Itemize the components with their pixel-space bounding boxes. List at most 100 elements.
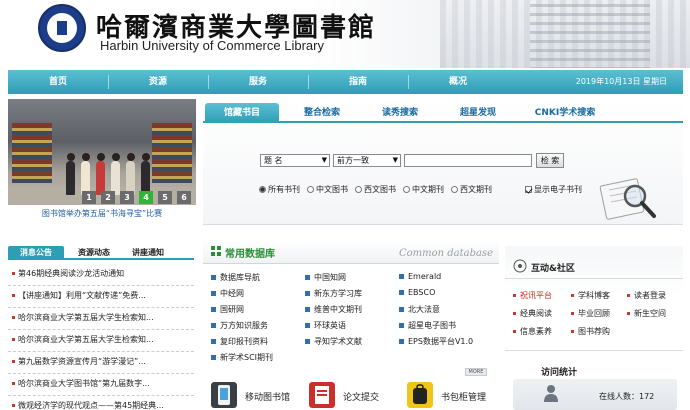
locker-management-link[interactable]: 书包柜管理 bbox=[407, 382, 499, 410]
nav-item-overview[interactable]: 概况 bbox=[408, 70, 508, 94]
db-link-label: 维普中文期刊 bbox=[314, 305, 362, 314]
radio-western-journals[interactable]: 西文期刊 bbox=[451, 184, 492, 195]
square-bullet-icon bbox=[211, 291, 216, 296]
checkbox-checked-icon bbox=[525, 186, 532, 193]
community-link-literacy[interactable]: 信息素养 bbox=[513, 326, 552, 337]
tab-resource-news[interactable]: 资源动态 bbox=[78, 246, 110, 260]
list-item[interactable]: 第46期经典阅读沙龙活动通知 bbox=[8, 264, 194, 286]
notice-title: 微观经济学的现代观点——第45期经典... bbox=[18, 401, 164, 410]
db-link[interactable]: 寻知学术文献 bbox=[305, 336, 362, 347]
square-bullet-icon bbox=[211, 307, 216, 312]
square-bullet-icon bbox=[399, 307, 404, 312]
db-link[interactable]: Emerald bbox=[399, 272, 441, 281]
bookshelf-left bbox=[12, 123, 52, 183]
db-link[interactable]: 环球英语 bbox=[305, 320, 346, 331]
community-link-freshman[interactable]: 新生空间 bbox=[627, 308, 666, 319]
list-item[interactable]: 哈尔滨商业大学图书馆“第九届数字... bbox=[8, 374, 194, 396]
square-bullet-icon bbox=[399, 323, 404, 328]
search-button[interactable]: 检 索 bbox=[536, 153, 564, 168]
thesis-submit-link[interactable]: 论文提交 bbox=[309, 382, 399, 410]
db-link-label: 中国知网 bbox=[314, 273, 346, 282]
nav-item-home[interactable]: 首页 bbox=[8, 70, 108, 94]
db-link[interactable]: 超星电子图书 bbox=[399, 320, 456, 331]
slide-page-3[interactable]: 3 bbox=[120, 191, 134, 204]
tab-duxiu-search[interactable]: 读秀搜索 bbox=[369, 103, 431, 123]
nav-item-services[interactable]: 服务 bbox=[208, 70, 308, 94]
radio-chinese-journals[interactable]: 中文期刊 bbox=[403, 184, 444, 195]
bullet-icon bbox=[12, 382, 15, 385]
list-item[interactable]: 第九届数学资源宣传月“游学漫记”... bbox=[8, 352, 194, 374]
library-logo[interactable] bbox=[38, 4, 86, 52]
db-link[interactable]: 中经网 bbox=[211, 288, 244, 299]
community-link-label: 图书荐购 bbox=[578, 327, 610, 336]
slide-page-1[interactable]: 1 bbox=[82, 191, 96, 204]
slide-page-2[interactable]: 2 bbox=[101, 191, 115, 204]
show-ebooks-checkbox[interactable]: 显示电子书刊 bbox=[525, 184, 582, 195]
tab-lecture-notices[interactable]: 讲座通知 bbox=[132, 246, 164, 260]
bullet-icon bbox=[12, 404, 15, 407]
community-panel: 互动&社区 祝讯平台 学科博客 读者登录 经典阅读 毕业回顾 新生空间 信息素养… bbox=[505, 246, 683, 410]
search-field-value: 题 名 bbox=[264, 156, 283, 165]
db-link[interactable]: 新学术SCI期刊 bbox=[211, 352, 273, 363]
db-link[interactable]: 北大法意 bbox=[399, 304, 440, 315]
community-link-graduation[interactable]: 毕业回顾 bbox=[571, 308, 610, 319]
search-input[interactable] bbox=[404, 154, 532, 167]
notice-title: 【讲座通知】利用“文献传递”免费... bbox=[18, 291, 146, 300]
service-label: 移动图书馆 bbox=[245, 393, 291, 403]
radio-western-books[interactable]: 西文图书 bbox=[355, 184, 396, 195]
slideshow-caption[interactable]: 图书馆举办第五届“书海寻宝”比赛 bbox=[8, 208, 196, 219]
community-link-reading[interactable]: 经典阅读 bbox=[513, 308, 552, 319]
database-title-en: Common database bbox=[398, 248, 493, 259]
nav-item-guide[interactable]: 指南 bbox=[308, 70, 408, 94]
community-link-login[interactable]: 读者登录 bbox=[627, 290, 666, 301]
nav-item-resources[interactable]: 资源 bbox=[108, 70, 208, 94]
db-link[interactable]: 万方知识服务 bbox=[211, 320, 268, 331]
slide-page-5[interactable]: 5 bbox=[158, 191, 172, 204]
community-link-recommend[interactable]: 图书荐购 bbox=[571, 326, 610, 337]
tab-integrated-search[interactable]: 整合检索 bbox=[291, 103, 353, 123]
tab-catalog[interactable]: 馆藏书目 bbox=[205, 103, 279, 123]
radio-all[interactable]: 所有书刊 bbox=[259, 184, 300, 195]
person-head bbox=[82, 153, 90, 161]
list-item[interactable]: 【讲座通知】利用“文献传递”免费... bbox=[8, 286, 194, 308]
bullet-icon bbox=[571, 312, 574, 315]
service-label: 论文提交 bbox=[343, 393, 380, 403]
notice-tabs: 消息公告 资源动态 讲座通知 bbox=[8, 246, 194, 260]
community-link-blog[interactable]: 学科博客 bbox=[571, 290, 610, 301]
divider bbox=[505, 350, 683, 351]
db-link[interactable]: 中国知网 bbox=[305, 272, 346, 283]
slide-page-4[interactable]: 4 bbox=[139, 191, 153, 204]
db-link[interactable]: 复印报刊资料 bbox=[211, 336, 268, 347]
list-item[interactable]: 哈尔滨商业大学第五届大学生检索知... bbox=[8, 308, 194, 330]
radio-chinese-books[interactable]: 中文图书 bbox=[307, 184, 348, 195]
db-link-label: 国研网 bbox=[220, 305, 244, 314]
db-link-label: 环球英语 bbox=[314, 321, 346, 330]
search-field-select[interactable]: 题 名 ▼ bbox=[260, 154, 330, 167]
mobile-library-link[interactable]: 移动图书馆 bbox=[211, 382, 301, 410]
tab-announcements[interactable]: 消息公告 bbox=[8, 246, 64, 260]
user-icon bbox=[544, 385, 558, 402]
db-link[interactable]: 新东方学习库 bbox=[305, 288, 362, 299]
db-link[interactable]: 数据库导航 bbox=[211, 272, 260, 283]
db-link[interactable]: 国研网 bbox=[211, 304, 244, 315]
square-bullet-icon bbox=[305, 323, 310, 328]
bullet-icon bbox=[571, 330, 574, 333]
news-slideshow-image[interactable] bbox=[8, 99, 196, 205]
search-tabs: 馆藏书目 整合检索 读秀搜索 超星发现 CNKI学术搜索 bbox=[203, 103, 683, 123]
community-link-notice[interactable]: 祝讯平台 bbox=[513, 290, 552, 301]
tab-cnki-search[interactable]: CNKI学术搜索 bbox=[525, 103, 605, 123]
db-link-label: 中经网 bbox=[220, 289, 244, 298]
db-link[interactable]: EBSCO bbox=[399, 288, 435, 297]
list-item[interactable]: 微观经济学的现代观点——第45期经典... bbox=[8, 396, 194, 410]
more-button[interactable]: MORE bbox=[465, 368, 487, 376]
square-bullet-icon bbox=[399, 290, 404, 295]
match-mode-select[interactable]: 前方一致 ▼ bbox=[333, 154, 401, 167]
tab-chaoxing-discovery[interactable]: 超星发现 bbox=[447, 103, 509, 123]
notice-title: 第46期经典阅读沙龙活动通知 bbox=[18, 269, 125, 278]
square-bullet-icon bbox=[211, 323, 216, 328]
db-link[interactable]: 维普中文期刊 bbox=[305, 304, 362, 315]
db-link[interactable]: EPS数据平台V1.0 bbox=[399, 336, 473, 347]
list-item[interactable]: 哈尔滨商业大学第五届大学生检索知... bbox=[8, 330, 194, 352]
slide-page-6[interactable]: 6 bbox=[177, 191, 191, 204]
notice-title: 哈尔滨商业大学第五届大学生检索知... bbox=[18, 335, 154, 344]
